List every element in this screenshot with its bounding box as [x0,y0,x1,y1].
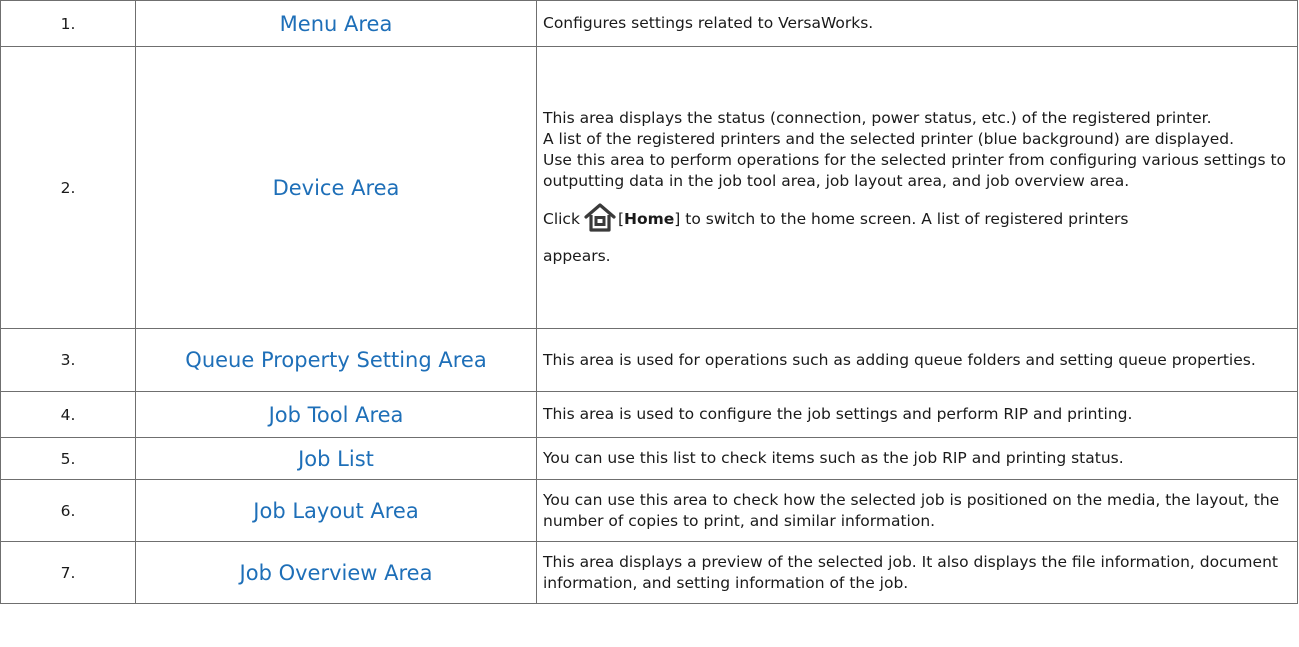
job-overview-area-link[interactable]: Job Overview Area [240,561,433,585]
job-tool-area-link[interactable]: Job Tool Area [269,403,404,427]
area-description: You can use this list to check items suc… [536,437,1298,480]
row-number: 5. [0,437,136,480]
table-row: 4. Job Tool Area This area is used to co… [0,391,1298,438]
areas-table: 1. Menu Area Configures settings related… [0,0,1298,604]
area-description: This area is used to configure the job s… [536,391,1298,438]
area-name-link[interactable]: Job Overview Area [135,541,537,604]
table-row: 3. Queue Property Setting Area This area… [0,328,1298,392]
queue-property-setting-area-link[interactable]: Queue Property Setting Area [185,348,486,372]
home-icon [584,202,616,232]
home-instruction: Click [Home] to switch to the home screen… [543,202,1291,232]
description-line: Use this area to perform operations for … [543,151,1287,190]
menu-area-link[interactable]: Menu Area [280,12,393,36]
area-description: Configures settings related to VersaWork… [536,0,1298,47]
table-row: 1. Menu Area Configures settings related… [0,0,1298,47]
area-description: This area displays the status (connectio… [536,46,1298,329]
row-number: 7. [0,541,136,604]
area-name-link[interactable]: Menu Area [135,0,537,47]
area-description: You can use this area to check how the s… [536,479,1298,542]
row-number: 4. [0,391,136,438]
table-row: 5. Job List You can use this list to che… [0,437,1298,480]
area-description: This area displays a preview of the sele… [536,541,1298,604]
job-layout-area-link[interactable]: Job Layout Area [253,499,418,523]
row-number: 2. [0,46,136,329]
table-row: 2. Device Area This area displays the st… [0,46,1298,329]
area-name-link[interactable]: Job Tool Area [135,391,537,438]
home-label: Home [624,210,675,228]
area-description: This area is used for operations such as… [536,328,1298,392]
area-name-link[interactable]: Queue Property Setting Area [135,328,537,392]
row-number: 6. [0,479,136,542]
device-area-link[interactable]: Device Area [273,176,400,200]
description-line: This area displays the status (connectio… [543,109,1212,127]
description-line: A list of the registered printers and th… [543,130,1235,148]
row-number: 3. [0,328,136,392]
description-line: appears. [543,247,611,265]
area-name-link[interactable]: Device Area [135,46,537,329]
area-name-link[interactable]: Job List [135,437,537,480]
table-row: 7. Job Overview Area This area displays … [0,541,1298,604]
area-name-link[interactable]: Job Layout Area [135,479,537,542]
row-number: 1. [0,0,136,47]
job-list-link[interactable]: Job List [298,447,374,471]
table-row: 6. Job Layout Area You can use this area… [0,479,1298,542]
